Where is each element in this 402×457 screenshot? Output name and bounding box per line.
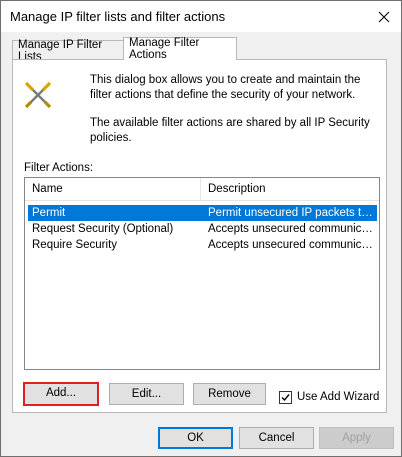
filter-actions-label: Filter Actions: [24, 162, 94, 174]
crossed-tools-icon [24, 81, 52, 109]
remove-button[interactable]: Remove [193, 383, 266, 405]
close-button[interactable] [367, 1, 401, 32]
use-add-wizard-option[interactable]: Use Add Wizard [279, 389, 379, 405]
list-item[interactable]: Permit Permit unsecured IP packets to ..… [28, 205, 377, 221]
column-header-description[interactable]: Description [201, 178, 379, 200]
apply-button[interactable]: Apply [319, 427, 394, 449]
title-bar: Manage IP filter lists and filter action… [1, 1, 401, 32]
list-item[interactable]: Require Security Accepts unsecured commu… [28, 237, 377, 253]
add-button[interactable]: Add... [23, 382, 99, 406]
dialog-window: Manage IP filter lists and filter action… [0, 0, 402, 457]
filter-actions-list[interactable]: Name Description Permit Permit unsecured… [24, 177, 380, 370]
close-icon [378, 11, 390, 22]
item-name: Permit [32, 207, 66, 219]
item-description: Accepts unsecured communicati... [208, 239, 375, 251]
tab-manage-ip-filter-lists[interactable]: Manage IP Filter Lists [12, 39, 124, 63]
cancel-button[interactable]: Cancel [239, 427, 314, 449]
edit-button[interactable]: Edit... [109, 383, 184, 405]
item-name: Require Security [32, 239, 118, 251]
use-add-wizard-checkbox[interactable] [279, 390, 292, 404]
tab-label: Manage Filter Actions [129, 37, 200, 61]
info-text: This dialog box allows you to create and… [90, 74, 361, 101]
use-add-wizard-label[interactable]: Use Add Wizard [297, 391, 379, 403]
list-header: Name Description [25, 178, 379, 201]
item-name: Request Security (Optional) [32, 223, 174, 235]
item-description: Permit unsecured IP packets to ... [208, 207, 375, 219]
column-header-name[interactable]: Name [25, 178, 201, 200]
window-title: Manage IP filter lists and filter action… [10, 9, 226, 24]
item-description: Accepts unsecured communicati... [208, 223, 375, 235]
list-item[interactable]: Request Security (Optional) Accepts unse… [28, 221, 377, 237]
tab-manage-filter-actions[interactable]: Manage Filter Actions [123, 37, 237, 61]
ok-button[interactable]: OK [158, 427, 233, 449]
info-text-shared: The available filter actions are shared … [90, 117, 370, 144]
checkmark-icon [281, 393, 290, 401]
